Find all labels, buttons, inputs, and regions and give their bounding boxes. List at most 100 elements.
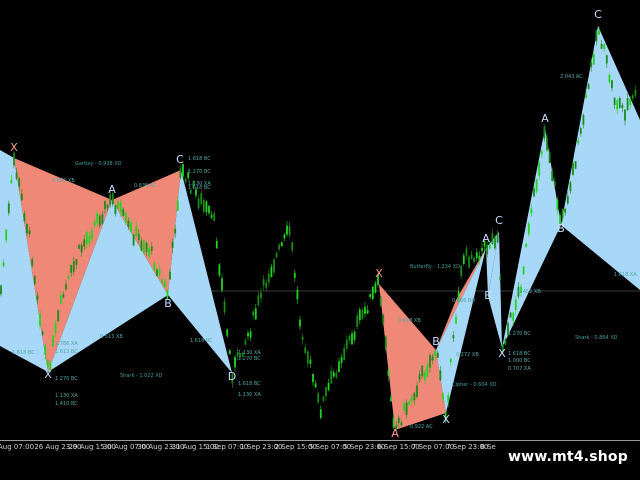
candle-body xyxy=(499,276,502,280)
candle-body xyxy=(488,244,491,249)
candle-body xyxy=(600,43,603,49)
candle-body xyxy=(364,306,366,314)
candle-body xyxy=(473,257,476,263)
candle-body xyxy=(213,213,216,222)
pattern-name-label: Shark - 0.864 XD xyxy=(575,335,618,341)
candle-body xyxy=(280,242,283,247)
candle-body xyxy=(408,401,411,405)
pattern-point-a: A xyxy=(108,183,116,196)
candle-body xyxy=(39,313,41,327)
fib-ratio-label: 2.043 AC xyxy=(560,74,583,80)
candle-body xyxy=(587,84,590,89)
candle-body xyxy=(338,361,340,373)
candle-body xyxy=(114,205,117,215)
fib-ratio-label: 1.130 XA xyxy=(55,393,78,399)
candle-body xyxy=(234,357,236,368)
candle-body xyxy=(556,199,559,211)
candle-body xyxy=(80,244,83,253)
candle-body xyxy=(223,301,226,313)
candle-body xyxy=(65,284,67,290)
pattern-point-x: X xyxy=(375,267,383,280)
candle-body xyxy=(569,182,572,192)
candle-body xyxy=(543,126,546,139)
candle-body xyxy=(273,259,275,273)
time-tick-label: Aug 07:00 xyxy=(0,443,35,451)
fib-ratio-label: 0.922 AC xyxy=(410,424,433,430)
fib-ratio-label: 0.886 BD xyxy=(452,298,475,304)
candle-body xyxy=(366,309,369,314)
candle-body xyxy=(85,232,88,245)
candle-body xyxy=(75,259,78,265)
pattern-point-c: C xyxy=(176,153,184,166)
candle-body xyxy=(319,409,322,418)
candle-body xyxy=(327,382,330,391)
candle-body xyxy=(577,139,580,144)
candle-body xyxy=(249,331,252,338)
candle-body xyxy=(202,199,205,212)
pattern-point-c: C xyxy=(495,214,503,227)
pattern-name-label: Butterfly - 1.234 XD xyxy=(410,264,460,270)
candle-body xyxy=(530,208,533,214)
candle-body xyxy=(405,402,408,416)
candle-body xyxy=(283,234,286,239)
candle-body xyxy=(10,179,13,184)
candle-body xyxy=(150,246,153,251)
candle-body xyxy=(0,285,2,295)
candle-body xyxy=(57,310,60,322)
candle-body xyxy=(218,264,221,276)
candle-body xyxy=(382,314,385,324)
candle-body xyxy=(91,230,93,240)
candle-body xyxy=(574,161,577,169)
candle-body xyxy=(538,163,541,176)
price-chart[interactable]: Gartley - 0.938 XD 0.885 XB 0.836 AC 1.618 … xyxy=(0,0,640,440)
candle-body xyxy=(156,269,158,277)
candle-body xyxy=(26,223,28,234)
candle-body xyxy=(598,30,600,35)
candle-body xyxy=(265,282,268,288)
candle-body xyxy=(83,239,86,247)
candle-body xyxy=(208,205,210,214)
candle-body xyxy=(413,392,416,401)
watermark: www.mt4.shop xyxy=(496,444,640,470)
candle-body xyxy=(59,295,62,304)
candle-body xyxy=(18,178,21,187)
fib-ratio-label: 0.452 XB xyxy=(518,289,541,295)
candle-body xyxy=(491,233,494,244)
candle-body xyxy=(306,351,309,364)
candle-body xyxy=(429,354,431,368)
candle-body xyxy=(36,295,39,300)
candle-body xyxy=(13,152,15,166)
candle-body xyxy=(348,336,351,341)
pattern-point-a: A xyxy=(482,232,490,245)
candle-body xyxy=(143,240,145,254)
candle-body xyxy=(340,357,343,363)
candle-body xyxy=(31,259,34,266)
candle-body xyxy=(390,397,392,402)
candle-body xyxy=(566,196,569,204)
candle-body xyxy=(509,312,512,318)
candle-body xyxy=(140,240,143,251)
candle-body xyxy=(314,383,317,388)
candle-body xyxy=(41,331,44,335)
candle-body xyxy=(299,319,301,327)
candle-body xyxy=(356,315,359,327)
chart-area[interactable]: Gartley - 0.938 XD 0.885 XB 0.836 AC 1.618 … xyxy=(0,0,640,440)
candle-body xyxy=(387,370,390,376)
candle-body xyxy=(478,255,481,260)
candle-body xyxy=(634,89,637,96)
candle-body xyxy=(374,283,377,293)
candle-body xyxy=(88,235,91,243)
candle-body xyxy=(512,312,515,322)
candle-body xyxy=(44,345,47,355)
candle-body xyxy=(130,222,132,232)
pattern-point-a: A xyxy=(391,427,399,440)
candle-body xyxy=(98,215,101,226)
candle-body xyxy=(525,243,528,248)
candle-body xyxy=(442,393,444,399)
candle-body xyxy=(343,347,346,361)
pattern-point-a: A xyxy=(541,112,549,125)
candle-body xyxy=(132,234,135,246)
shark-pattern-right-upper xyxy=(561,26,640,290)
candle-body xyxy=(564,208,567,213)
candle-body xyxy=(161,279,164,283)
